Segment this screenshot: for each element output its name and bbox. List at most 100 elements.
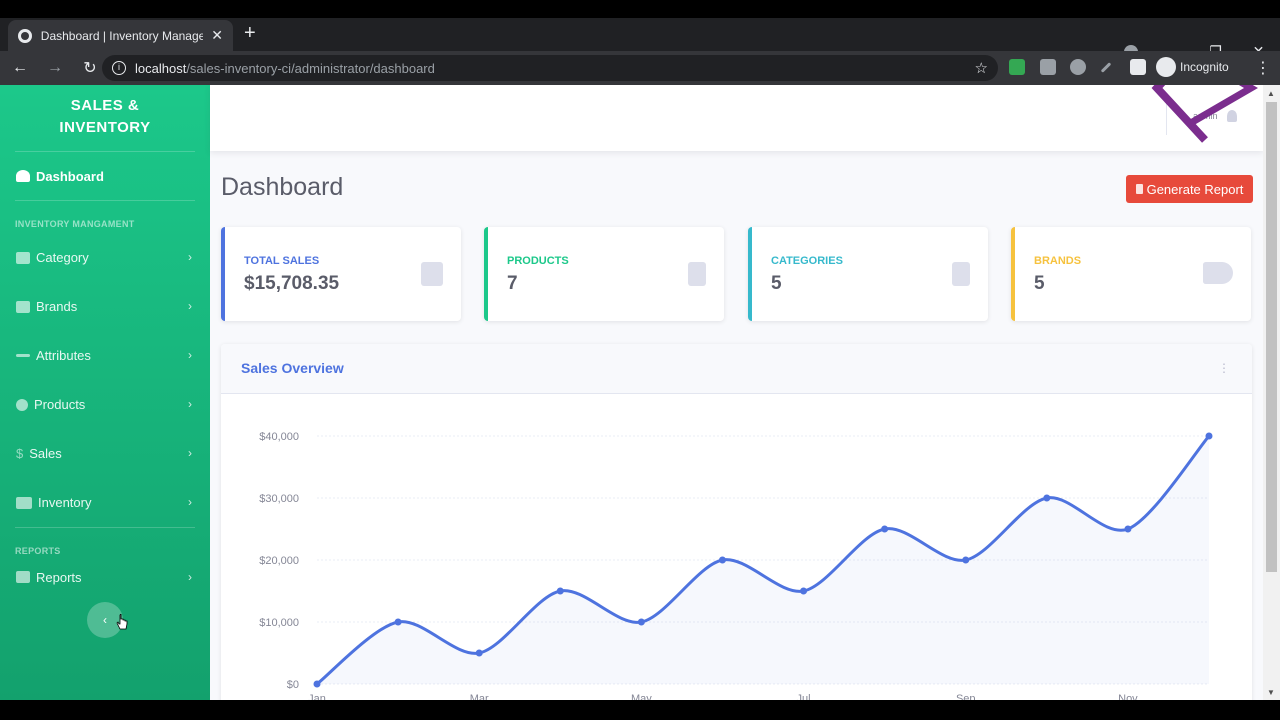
chevron-right-icon: › <box>188 570 192 584</box>
card-label: BRANDS <box>1034 255 1082 267</box>
screen-top-edge <box>0 0 1280 18</box>
data-point <box>394 618 402 626</box>
forward-icon[interactable]: → <box>40 59 70 77</box>
browser-menu-icon[interactable]: ⋮ <box>1255 58 1271 78</box>
browser-tabstrip: Dashboard | Inventory Managem ✕ — ❐ ✕ <box>0 18 1280 59</box>
data-point <box>881 525 889 533</box>
sidebar-item-reports[interactable]: Reports › <box>0 560 210 594</box>
url-host: localhost <box>135 60 187 76</box>
data-point <box>475 649 483 657</box>
screen-bottom-edge <box>0 700 1280 720</box>
tags-icon <box>16 300 30 313</box>
sidebar-item-label: Category <box>36 250 89 265</box>
cloud-icon[interactable] <box>1070 59 1086 75</box>
y-tick-label: $30,000 <box>259 493 299 505</box>
sidebar-item-label: Attributes <box>36 348 91 363</box>
sidebar-brand[interactable]: SALES & INVENTORY <box>0 85 210 151</box>
page-title: Dashboard <box>221 173 344 201</box>
card-value: 5 <box>1034 273 1045 294</box>
y-tick-label: $0 <box>287 679 299 691</box>
chevron-right-icon: › <box>188 250 192 264</box>
data-point <box>962 556 970 564</box>
chevron-right-icon: › <box>188 495 192 509</box>
scroll-down-icon[interactable]: ▼ <box>1267 688 1275 697</box>
card-total-sales[interactable]: TOTAL SALES $15,708.35 <box>221 227 461 321</box>
sidebar-item-category[interactable]: Category › <box>0 233 210 282</box>
calendar-icon <box>421 262 443 286</box>
sidebar-heading-reports: REPORTS <box>15 546 61 556</box>
sidebar-item-label: Inventory <box>38 495 92 510</box>
browser-toolbar: ← → ↻ i localhost /sales-inventory-ci/ad… <box>0 51 1280 85</box>
card-value: 5 <box>771 273 782 294</box>
x-tick-label: Jul <box>797 693 811 700</box>
sales-line-chart: $0 $10,000 $20,000 $30,000 $40,000 Jan Mar May J… <box>259 431 1213 700</box>
incognito-label: Incognito <box>1180 60 1229 74</box>
scroll-up-icon[interactable]: ▲ <box>1267 89 1275 98</box>
x-tick-label: Sep <box>956 693 976 700</box>
url-path: /sales-inventory-ci/administrator/dashbo… <box>186 60 435 76</box>
x-tick-label: Mar <box>470 693 489 700</box>
sidebar-item-dashboard[interactable]: Dashboard <box>0 152 210 200</box>
x-tick-label: Jan <box>308 693 326 700</box>
sidebar-item-attributes[interactable]: Attributes › <box>0 331 210 380</box>
sidebar-item-label: Brands <box>36 299 78 314</box>
tags-icon <box>1203 262 1233 284</box>
chevron-right-icon: › <box>188 397 192 411</box>
chart-card-header: Sales Overview ⋮ <box>221 344 1252 394</box>
card-products[interactable]: PRODUCTS 7 <box>484 227 724 321</box>
sidebar-item-label: Products <box>34 397 86 412</box>
file-icon <box>1135 184 1143 194</box>
clipboard-icon <box>952 262 970 286</box>
reload-icon[interactable]: ↻ <box>75 58 105 78</box>
data-point <box>313 680 321 688</box>
address-bar[interactable]: i localhost /sales-inventory-ci/administ… <box>102 55 998 81</box>
generate-report-button[interactable]: Generate Report <box>1126 175 1253 203</box>
card-label: CATEGORIES <box>771 255 843 267</box>
sidebar-item-inventory[interactable]: Inventory › <box>0 478 210 527</box>
bookmark-star-icon[interactable]: ☆ <box>975 59 988 77</box>
y-tick-label: $20,000 <box>259 555 299 567</box>
sales-overview-card: Sales Overview ⋮ $0 $10,000 $20,000 $30,000… <box>221 344 1252 700</box>
new-tab-icon[interactable]: + <box>244 22 256 45</box>
sidebar: SALES & INVENTORY Dashboard INVENTORY MA… <box>0 85 210 700</box>
x-tick-label: Nov <box>1118 693 1138 700</box>
tab-close-icon[interactable]: ✕ <box>211 27 223 44</box>
pen-icon[interactable] <box>1100 62 1112 73</box>
puzzle-icon[interactable] <box>1130 59 1146 75</box>
sidebar-item-label: Dashboard <box>36 168 104 184</box>
brand-line-1: SALES & <box>70 97 140 114</box>
info-icon[interactable]: i <box>112 61 126 75</box>
tab-title: Dashboard | Inventory Managem <box>40 28 204 43</box>
data-point <box>800 587 808 595</box>
product-icon <box>16 398 28 411</box>
generate-report-label: Generate Report <box>1146 181 1244 197</box>
table-icon <box>16 571 30 583</box>
y-tick-label: $10,000 <box>259 617 299 629</box>
chevron-right-icon: › <box>188 299 192 313</box>
back-icon[interactable]: ← <box>5 59 35 77</box>
card-label: TOTAL SALES <box>244 255 320 267</box>
page-scrollbar[interactable]: ▲ ▼ <box>1263 85 1280 700</box>
incognito-badge[interactable]: Incognito <box>1156 57 1229 77</box>
card-value: $15,708.35 <box>244 273 340 294</box>
clipboard-icon <box>688 262 706 286</box>
sidebar-item-brands[interactable]: Brands › <box>0 282 210 331</box>
app-viewport: SALES & INVENTORY Dashboard INVENTORY MA… <box>0 85 1280 700</box>
data-point <box>1043 494 1051 502</box>
scrollbar-thumb[interactable] <box>1266 102 1277 572</box>
card-brands[interactable]: BRANDS 5 <box>1011 227 1251 321</box>
chevron-right-icon: › <box>188 446 192 460</box>
sidebar-item-label: Sales <box>29 446 62 461</box>
warehouse-icon <box>16 496 32 509</box>
sidebar-item-sales[interactable]: $ Sales › <box>0 429 210 478</box>
extension-icon[interactable] <box>1009 59 1025 75</box>
list-icon <box>16 251 30 264</box>
data-point <box>1205 432 1213 440</box>
sidebar-item-products[interactable]: Products › <box>0 380 210 429</box>
card-categories[interactable]: CATEGORIES 5 <box>748 227 988 321</box>
camera-icon[interactable] <box>1040 59 1056 75</box>
chart-title: Sales Overview <box>241 360 344 376</box>
kebab-menu-icon[interactable]: ⋮ <box>1218 361 1230 375</box>
card-value: 7 <box>507 273 518 294</box>
browser-tab[interactable]: Dashboard | Inventory Managem ✕ <box>8 20 233 51</box>
